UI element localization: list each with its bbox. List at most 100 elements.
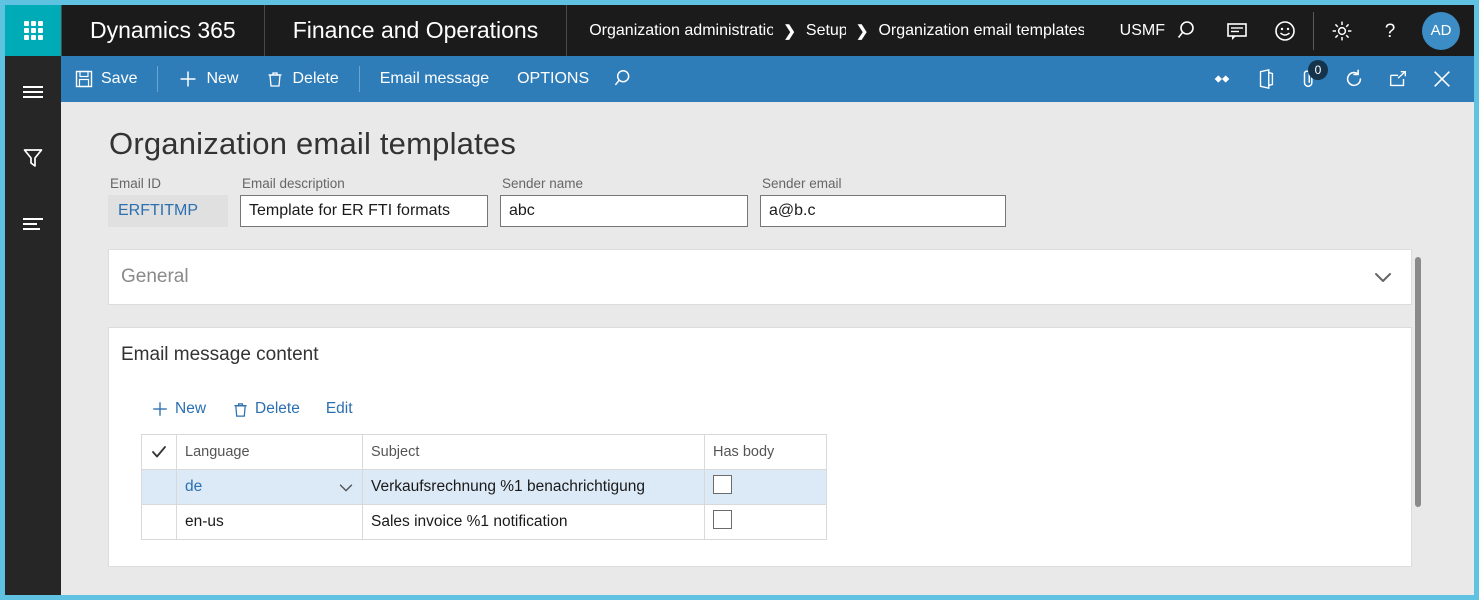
action-pane-divider-1 [157,66,158,92]
link-share-icon[interactable] [1200,56,1244,102]
company-label: USMF [1120,22,1165,40]
field-sender-name: Sender name abc [500,176,748,227]
action-pane-right-icons: 0 [1200,56,1474,102]
row-select-cell[interactable] [142,505,177,540]
tab-options-label: OPTIONS [517,70,589,88]
app-window: Dynamics 365 Finance and Operations Orga… [0,0,1479,600]
section-general-title: General [121,266,189,288]
delete-button[interactable]: Delete [252,56,352,102]
refresh-icon[interactable] [1332,56,1376,102]
cell-language[interactable]: de [177,470,363,505]
gear-icon[interactable] [1318,5,1366,56]
field-email-description: Email description Template for ER FTI fo… [240,176,488,227]
top-navigation-icons: ? AD [1165,5,1474,56]
save-button[interactable]: Save [61,56,151,102]
message-icon[interactable] [1213,5,1261,56]
action-pane-toolbar: Save New Delete Email message [61,56,1474,102]
page-content: Organization email templates Email ID ER… [61,102,1474,600]
section-email-message-content-header[interactable]: Email message content [109,328,1411,382]
field-sender-email-label: Sender email [760,176,1006,191]
list-view-icon[interactable] [5,200,61,248]
has-body-checkbox[interactable] [713,475,732,494]
action-pane-divider-2 [359,66,360,92]
row-select-cell[interactable] [142,470,177,505]
new-button[interactable]: New [164,56,252,102]
field-email-id: Email ID ERFTITMP [108,176,228,227]
field-sender-email: Sender email a@b.c [760,176,1006,227]
save-icon [75,70,93,88]
table-header-row: Language Subject Has body [142,435,827,470]
vertical-scrollbar-thumb[interactable] [1415,257,1421,507]
help-icon[interactable]: ? [1366,5,1414,56]
svg-text:?: ? [1385,21,1396,42]
app-launcher-button[interactable] [5,5,61,56]
breadcrumb-item-setup[interactable]: Setup [806,22,846,40]
trash-icon [232,401,249,418]
action-pane-search-icon[interactable] [603,56,647,102]
trash-icon [266,70,284,88]
left-navigation-rail [5,56,61,600]
breadcrumb-item-organization-administration[interactable]: Organization administratio [589,22,773,40]
chevron-down-icon[interactable] [338,482,354,493]
cell-has-body[interactable] [705,470,827,505]
grid-toolbar: New Delete Edit [141,382,1411,434]
cell-language[interactable]: en-us [177,505,363,540]
grid-edit-label: Edit [326,400,353,418]
cell-has-body[interactable] [705,505,827,540]
grid-delete-button[interactable]: Delete [222,396,310,422]
field-email-description-label: Email description [240,176,488,191]
delete-label: Delete [292,70,338,88]
column-header-subject[interactable]: Subject [363,435,705,470]
hamburger-menu-icon[interactable] [5,68,61,116]
grid-edit-button[interactable]: Edit [316,396,363,422]
avatar[interactable]: AD [1422,12,1460,50]
filter-icon[interactable] [5,134,61,182]
chevron-down-icon[interactable] [1373,270,1393,284]
new-label: New [206,70,238,88]
email-message-content-table: Language Subject Has body de [141,434,827,540]
breadcrumb: Organization administratio ❯ Setup ❯ Org… [567,22,1165,40]
email-description-input[interactable]: Template for ER FTI formats [240,195,488,227]
section-general: General [108,249,1412,305]
waffle-grid-icon [24,21,43,40]
column-header-language[interactable]: Language [177,435,363,470]
popout-icon[interactable] [1376,56,1420,102]
section-general-header[interactable]: General [109,250,1411,304]
sender-name-input[interactable]: abc [500,195,748,227]
sender-email-input[interactable]: a@b.c [760,195,1006,227]
topnav-divider [1313,12,1314,50]
attachment-count-badge: 0 [1308,60,1328,80]
table-row[interactable]: de Verkaufsrechnung %1 benachrichtigung [142,470,827,505]
email-id-value[interactable]: ERFTITMP [108,195,228,227]
brand-label: Dynamics 365 [90,17,236,44]
cell-language-value: de [185,478,202,496]
table-row[interactable]: en-us Sales invoice %1 notification [142,505,827,540]
has-body-checkbox[interactable] [713,510,732,529]
column-header-has-body[interactable]: Has body [705,435,827,470]
header-field-row: Email ID ERFTITMP Email description Temp… [61,176,1474,227]
cell-subject[interactable]: Sales invoice %1 notification [363,505,705,540]
app-name-finance-operations[interactable]: Finance and Operations [265,5,568,56]
brand-dynamics365[interactable]: Dynamics 365 [61,5,265,56]
smiley-icon[interactable] [1261,5,1309,56]
section-email-message-content: Email message content New [108,327,1412,567]
grid-new-button[interactable]: New [141,396,216,422]
tab-email-message-label: Email message [380,70,489,88]
field-email-id-label: Email ID [108,176,228,191]
attachment-icon[interactable]: 0 [1288,56,1332,102]
avatar-initials: AD [1431,22,1452,39]
tab-options[interactable]: OPTIONS [503,56,603,102]
page-title: Organization email templates [61,102,1474,176]
search-icon[interactable] [1165,5,1213,56]
checkmark-icon [150,443,168,461]
office-app-icon[interactable] [1244,56,1288,102]
cell-subject[interactable]: Verkaufsrechnung %1 benachrichtigung [363,470,705,505]
tab-email-message[interactable]: Email message [366,56,503,102]
column-header-select-all[interactable] [142,435,177,470]
app-name-label: Finance and Operations [293,17,539,44]
plus-icon [178,69,198,89]
breadcrumb-item-organization-email-templates[interactable]: Organization email templates [878,22,1083,40]
grid-delete-label: Delete [255,400,300,418]
close-icon[interactable] [1420,56,1464,102]
plus-icon [151,400,169,418]
